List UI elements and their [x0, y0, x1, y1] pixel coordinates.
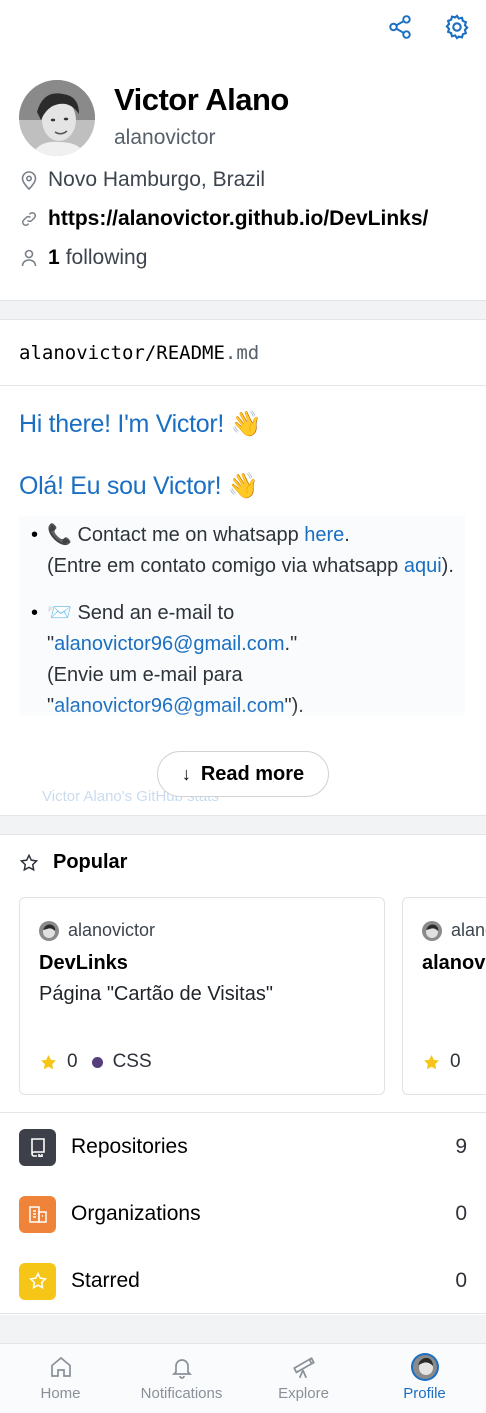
- repo-owner-name: alanovictor: [68, 920, 156, 940]
- profile-section: Victor Alano alanovictor Novo Hamburgo, …: [0, 60, 486, 300]
- tab-profile[interactable]: Profile: [364, 1344, 485, 1413]
- bell-icon: [168, 1353, 196, 1381]
- repo-star-count: 0: [67, 1051, 78, 1072]
- menu-item-organizations[interactable]: Organizations 0: [0, 1181, 486, 1247]
- star-filled-icon: [39, 1053, 58, 1072]
- link-icon: [19, 209, 39, 229]
- tab-label: Profile: [403, 1385, 446, 1402]
- repo-icon: [19, 1128, 56, 1166]
- list-item: 📞 Contact me on whatsapp here. (Entre em…: [19, 520, 467, 582]
- repo-name: alanovictor: [422, 952, 486, 974]
- location-row: Novo Hamburgo, Brazil: [19, 166, 265, 194]
- repo-footer: 0: [422, 1051, 461, 1073]
- location-text: Novo Hamburgo, Brazil: [48, 168, 266, 191]
- readme-path-ext: .md: [224, 341, 260, 364]
- list-item-text: (Entre em contato comigo via whatsapp: [47, 555, 404, 577]
- tab-label: Home: [40, 1385, 81, 1402]
- popular-section: Popular alanovictor DevLinks Página "Car…: [0, 835, 486, 1113]
- readme-body: Hi there! I'm Victor! 👋 Olá! Eu sou Vict…: [0, 386, 486, 722]
- list-item-text: .": [284, 633, 298, 655]
- repo-description: Página "Cartão de Visitas": [39, 983, 273, 1005]
- repo-owner-name: alanovictor: [451, 920, 486, 940]
- readme-list: 📞 Contact me on whatsapp here. (Entre em…: [19, 520, 467, 722]
- repo-star-count: 0: [450, 1051, 461, 1072]
- gear-icon[interactable]: [442, 12, 472, 42]
- owner-avatar: [422, 920, 442, 941]
- read-more-label: Read more: [200, 762, 305, 785]
- person-icon: [19, 248, 39, 268]
- menu-item-label: Starred: [71, 1269, 140, 1292]
- website-link[interactable]: https://alanovictor.github.io/DevLinks/: [48, 207, 428, 231]
- popular-header: Popular: [19, 851, 127, 874]
- repo-owner: alanovictor: [422, 920, 486, 941]
- menu-item-label: Repositories: [71, 1135, 188, 1158]
- menu-item-count: 9: [455, 1135, 467, 1158]
- list-item: 📨 Send an e-mail to "alanovictor96@gmail…: [19, 598, 467, 722]
- organization-icon: [19, 1195, 56, 1233]
- tab-label: Explore: [278, 1385, 329, 1402]
- read-more-button[interactable]: ↓ Read more: [157, 751, 329, 797]
- tab-label: Notifications: [140, 1385, 223, 1402]
- following-label: following: [65, 246, 148, 269]
- list-item-text: 📞 Contact me on whatsapp: [47, 524, 305, 546]
- readme-heading-pt: Olá! Eu sou Victor! 👋: [19, 471, 259, 500]
- arrow-down-icon: ↓: [181, 763, 191, 784]
- repo-footer: 0 CSS: [39, 1051, 152, 1073]
- whatsapp-link[interactable]: here: [304, 524, 344, 546]
- avatar: [410, 1353, 439, 1381]
- star-outline-icon: [19, 853, 39, 873]
- following-row[interactable]: 1 following: [19, 244, 147, 272]
- readme-section: alanovictor/README .md Hi there! I'm Vict…: [0, 320, 486, 815]
- readme-heading-en: Hi there! I'm Victor! 👋: [19, 409, 262, 438]
- language-color-dot: [91, 1056, 103, 1068]
- menu-item-label: Organizations: [71, 1202, 201, 1225]
- repo-name: DevLinks: [39, 952, 128, 974]
- readme-path-main: alanovictor/README: [19, 341, 225, 364]
- repo-language: CSS: [112, 1051, 152, 1072]
- repo-owner: alanovictor: [39, 920, 155, 941]
- profile-username: alanovictor: [114, 126, 216, 149]
- home-icon: [47, 1353, 75, 1381]
- tab-notifications[interactable]: Notifications: [121, 1344, 242, 1413]
- repo-card[interactable]: alanovictor DevLinks Página "Cartão de V…: [19, 897, 385, 1095]
- following-count: 1: [48, 246, 60, 269]
- tab-home[interactable]: Home: [0, 1344, 121, 1413]
- list-item-text: .: [344, 524, 350, 546]
- bottom-spacer: [0, 1315, 486, 1343]
- star-filled-icon: [422, 1053, 441, 1072]
- email-link[interactable]: alanovictor96@gmail.com: [54, 633, 284, 655]
- website-row[interactable]: https://alanovictor.github.io/DevLinks/: [19, 205, 428, 233]
- profile-menu: Repositories 9 Organizations 0 Starred 0: [0, 1114, 486, 1314]
- menu-item-count: 0: [455, 1269, 467, 1292]
- list-item-text: ).: [441, 555, 454, 577]
- section-divider: [0, 815, 486, 835]
- telescope-icon: [290, 1353, 318, 1381]
- menu-item-starred[interactable]: Starred 0: [0, 1248, 486, 1314]
- menu-item-repositories[interactable]: Repositories 9: [0, 1114, 486, 1180]
- top-bar: [0, 0, 486, 60]
- owner-avatar: [39, 920, 59, 941]
- readme-path[interactable]: alanovictor/README .md: [0, 320, 486, 386]
- whatsapp-link-pt[interactable]: aqui: [404, 555, 442, 577]
- avatar[interactable]: [19, 80, 95, 156]
- menu-item-count: 0: [455, 1202, 467, 1225]
- location-pin-icon: [19, 170, 39, 190]
- tab-bar: Home Notifications Explore Profile: [0, 1343, 486, 1413]
- tab-explore[interactable]: Explore: [243, 1344, 364, 1413]
- share-icon[interactable]: [385, 12, 415, 42]
- section-divider: [0, 300, 486, 320]
- profile-name: Victor Alano: [114, 82, 289, 117]
- repo-card[interactable]: alanovictor alanovictor 0: [402, 897, 486, 1095]
- star-icon: [19, 1262, 56, 1300]
- popular-title: Popular: [53, 851, 128, 873]
